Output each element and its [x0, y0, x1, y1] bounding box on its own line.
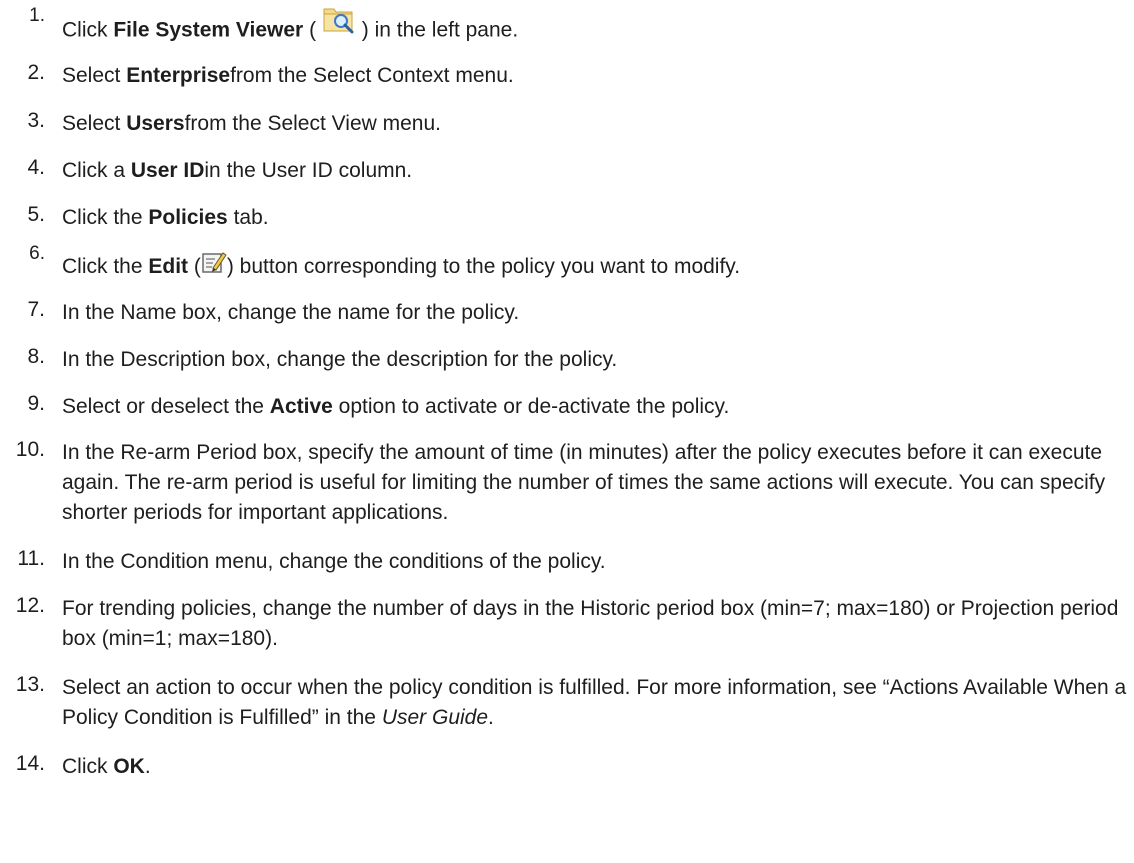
edit-pencil-icon [201, 249, 227, 275]
step-text: Click the Edit ( ) button corresponding … [62, 252, 1122, 282]
step-number: 2. [27, 61, 45, 84]
ui-term: Users [126, 112, 185, 135]
step-text: Click the Policies tab. [62, 206, 269, 229]
ui-term: Policies [148, 206, 228, 229]
ui-term: Active [269, 395, 333, 418]
step-number: 3. [27, 109, 45, 132]
step-text: In the Name box, change the name for the… [62, 301, 520, 324]
step-number: 4. [27, 156, 45, 179]
step-number: 11. [17, 547, 45, 570]
step-text: In the Condition menu, change the condit… [62, 550, 606, 573]
ui-term: File System Viewer [113, 18, 304, 42]
step-text: In the Description box, change the descr… [62, 348, 618, 371]
folder-magnifier-icon [322, 2, 356, 36]
step-text: Click a User IDin the User ID column. [62, 159, 413, 182]
ui-term: User ID [130, 159, 205, 182]
step-number: 12. [15, 594, 45, 617]
step-number: 8. [27, 345, 45, 368]
step-text: Click OK. [62, 755, 151, 778]
step-text: Select an action to occur when the polic… [62, 676, 1127, 729]
ui-term: Edit [148, 255, 189, 278]
step-number: 7. [27, 298, 45, 321]
step-text: In the Re-arm Period box, specify the am… [62, 441, 1106, 524]
step-text: Select Enterprisefrom the Select Context… [62, 64, 514, 87]
step-text: Select or deselect the Active option to … [62, 395, 730, 418]
step-text: Click File System Viewer ( ) in the left… [62, 8, 1122, 48]
step-text: For trending policies, change the number… [62, 597, 1119, 650]
step-number: 10. [15, 438, 45, 461]
step-number: 9. [27, 392, 45, 415]
step-text: Select Usersfrom the Select View menu. [62, 112, 441, 135]
step-number: 6. [29, 243, 45, 264]
step-number: 14. [15, 752, 45, 775]
step-number: 13. [15, 673, 45, 696]
step-number: 1. [29, 5, 45, 26]
step-number: 5. [27, 203, 45, 226]
doc-reference: User Guide [381, 706, 489, 729]
ui-term: OK [113, 755, 145, 778]
ui-term: Enterprise [126, 64, 231, 87]
